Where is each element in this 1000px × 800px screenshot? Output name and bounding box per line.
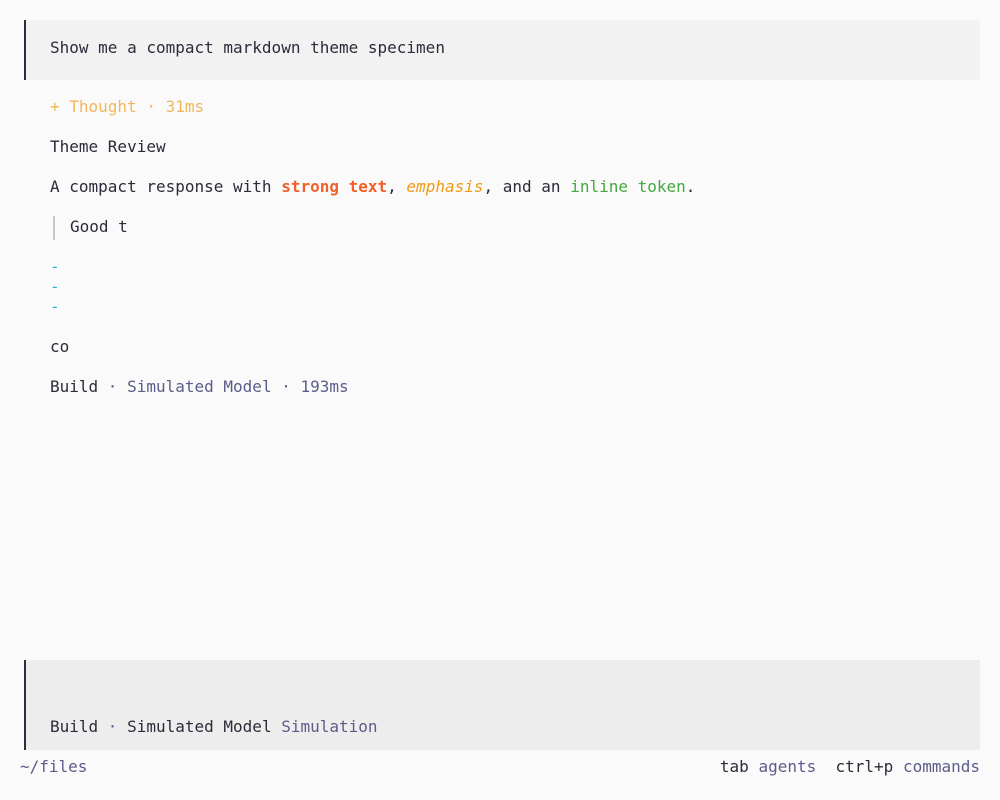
blockquote-text: Good t <box>70 217 128 236</box>
emphasis-text: emphasis <box>406 177 484 196</box>
input-agent: Build <box>50 717 99 736</box>
meta-separator: · <box>271 377 301 396</box>
input-model: Simulated Model <box>127 717 272 736</box>
user-message: Show me a compact markdown theme specime… <box>24 20 980 80</box>
prompt-input[interactable]: Build · Simulated Model Simulation <box>24 660 980 750</box>
agents-hint[interactable]: agents <box>758 757 816 776</box>
response-paragraph: A compact response with strong text, emp… <box>50 177 695 197</box>
response-heading: Theme Review <box>50 137 166 156</box>
meta-model: Simulated Model <box>127 377 272 396</box>
inline-code: inline token <box>570 177 686 196</box>
tab-key: tab <box>719 757 749 776</box>
list-bullet: - <box>50 257 60 276</box>
input-status: Build · Simulated Model Simulation <box>50 717 378 737</box>
input-separator: · <box>98 717 128 736</box>
thought-toggle[interactable]: + Thought · 31ms <box>50 97 204 117</box>
response-meta: Build · Simulated Model · 193ms <box>50 377 349 397</box>
meta-agent: Build <box>50 377 99 396</box>
keybind-hints: tab agents ctrl+p commands <box>720 757 980 777</box>
code-block: co <box>50 337 70 356</box>
meta-separator: · <box>98 377 128 396</box>
paragraph-separator: , <box>387 177 407 196</box>
paragraph-prefix: A compact response with <box>50 177 282 196</box>
strong-text: strong text <box>281 177 388 196</box>
paragraph-suffix: . <box>685 177 696 196</box>
meta-duration: 193ms <box>300 377 349 396</box>
list-bullet: - <box>50 277 60 296</box>
paragraph-separator: , and an <box>483 177 571 196</box>
input-provider: Simulation <box>281 717 378 736</box>
current-path: ~/files <box>20 757 88 776</box>
user-message-text: Show me a compact markdown theme specime… <box>50 38 445 57</box>
blockquote-bar <box>53 216 55 240</box>
ctrl-p-key: ctrl+p <box>835 757 894 776</box>
list-bullet: - <box>50 297 60 316</box>
commands-hint[interactable]: commands <box>903 757 980 776</box>
